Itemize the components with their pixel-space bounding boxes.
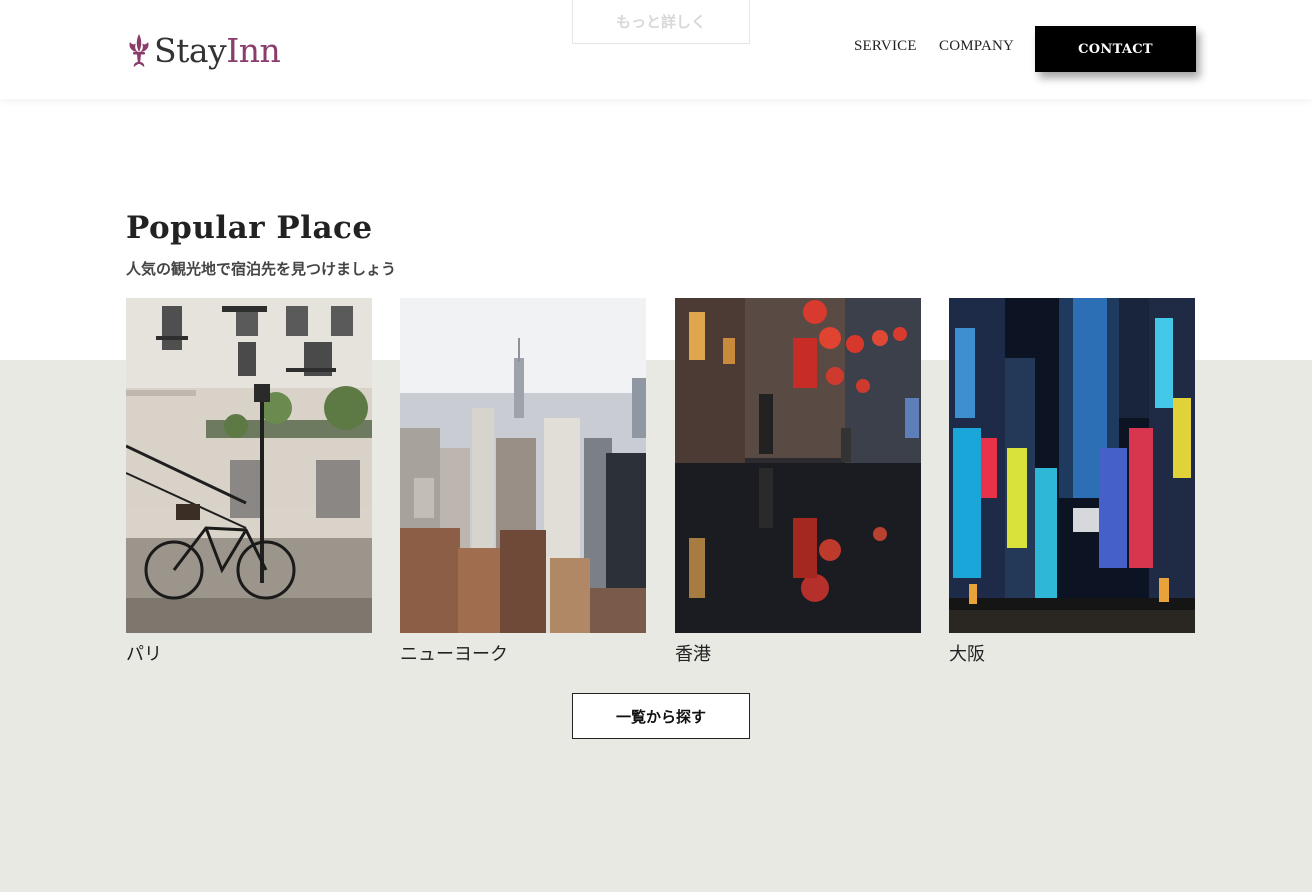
- more-details-button[interactable]: もっと詳しく: [572, 0, 750, 44]
- place-image-new-york[interactable]: [400, 298, 646, 633]
- place-name-new-york: ニューヨーク: [400, 644, 508, 665]
- fleur-de-lis-icon: [129, 34, 149, 67]
- place-image-paris[interactable]: [126, 298, 372, 633]
- place-image-hong-kong[interactable]: [675, 298, 921, 633]
- section-title: Popular Place: [126, 210, 373, 246]
- logo-text-inn: Inn: [226, 30, 281, 70]
- place-card-paris[interactable]: パリ: [126, 298, 372, 666]
- logo-text: StayInn: [154, 30, 281, 70]
- nav-company-link[interactable]: COMPANY: [939, 38, 1014, 58]
- section-subtitle: 人気の観光地で宿泊先を見つけましょう: [126, 260, 397, 278]
- browse-list-button[interactable]: 一覧から探す: [572, 693, 750, 739]
- place-card-osaka[interactable]: 大阪: [949, 298, 1195, 666]
- place-card-hong-kong[interactable]: 香港: [675, 298, 921, 666]
- logo-text-stay: Stay: [154, 30, 227, 70]
- nav-service-link[interactable]: SERVICE: [854, 38, 917, 58]
- place-name-hong-kong: 香港: [675, 644, 711, 665]
- contact-button[interactable]: CONTACT: [1035, 26, 1196, 72]
- place-name-paris: パリ: [126, 644, 162, 665]
- place-image-osaka[interactable]: [949, 298, 1195, 633]
- logo[interactable]: StayInn: [126, 30, 281, 70]
- place-card-new-york[interactable]: ニューヨーク: [400, 298, 646, 666]
- place-name-osaka: 大阪: [949, 644, 985, 665]
